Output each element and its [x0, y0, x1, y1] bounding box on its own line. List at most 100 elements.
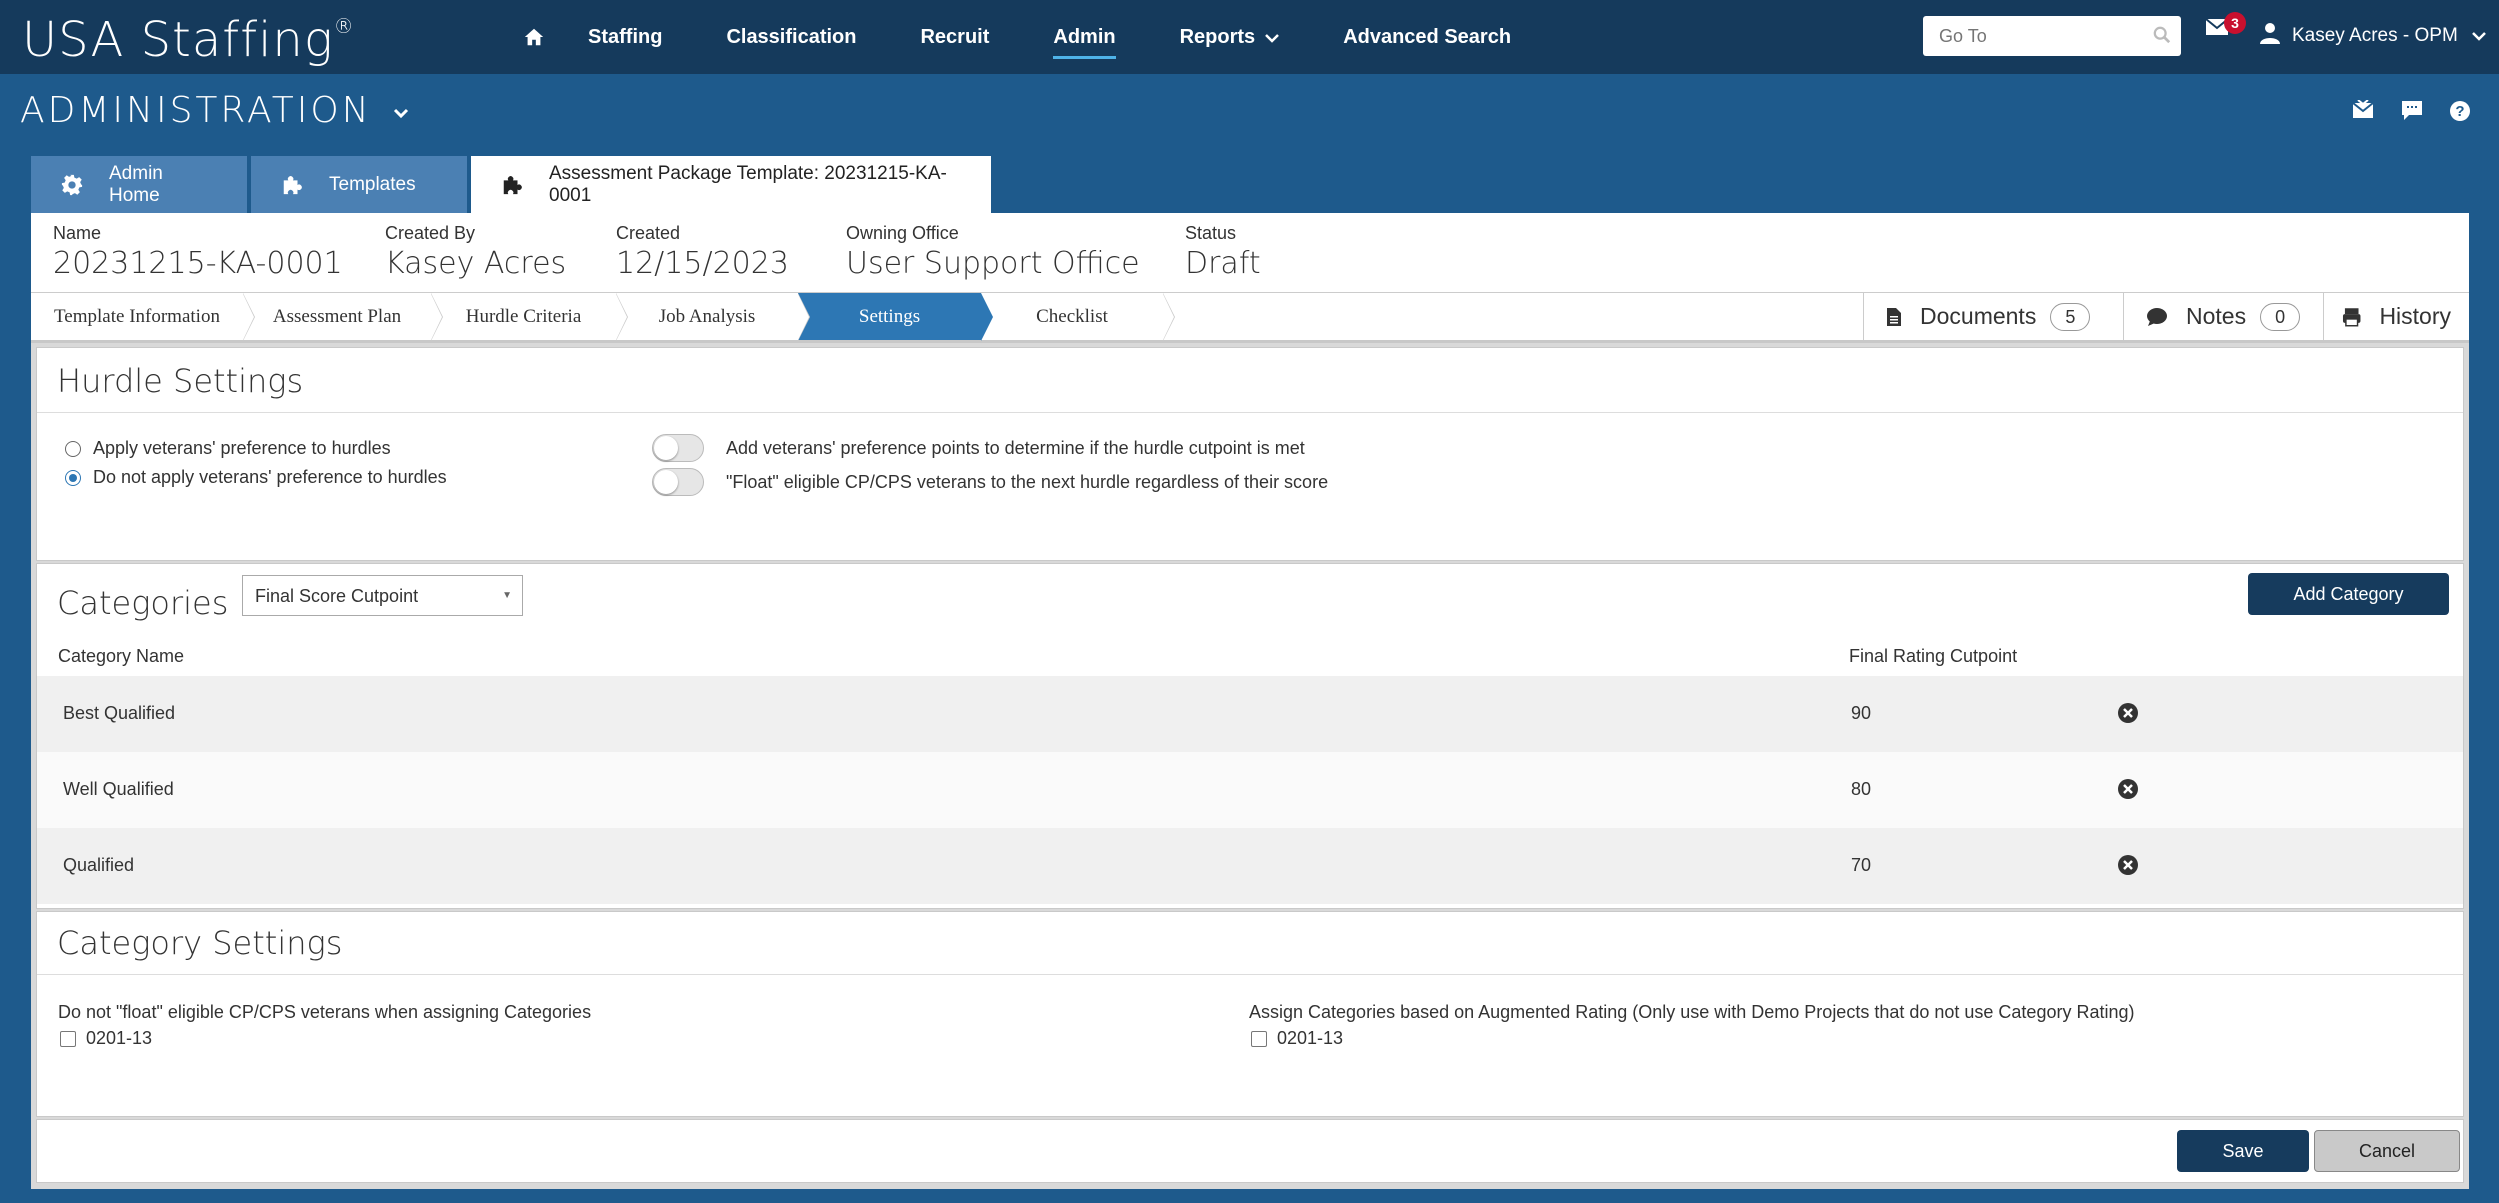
category-name: Best Qualified	[63, 703, 176, 723]
tab-label: Admin Home	[109, 162, 163, 206]
step-label: Hurdle Criteria	[465, 305, 582, 327]
step-label: Assessment Plan	[272, 305, 402, 327]
step-assessment-plan[interactable]: Assessment Plan	[243, 293, 443, 341]
documents-count: 5	[2050, 302, 2091, 331]
select-value: Final Score Cutpoint	[255, 586, 419, 606]
home-icon[interactable]	[520, 23, 548, 51]
help-icon[interactable]: ?	[2449, 100, 2471, 127]
radio-button[interactable]	[65, 469, 81, 486]
template-summary: Name 20231215-KA-0001 Created By Kasey A…	[31, 213, 2469, 293]
toggle-float-veterans[interactable]: "Float" eligible CP/CPS veterans to the …	[652, 468, 1328, 496]
nav-staffing[interactable]: Staffing	[588, 20, 662, 55]
checkbox[interactable]	[1251, 1030, 1267, 1047]
summary-created-by: Created By Kasey Acres	[385, 223, 566, 281]
table-row: Well Qualified 80	[37, 752, 2463, 828]
user-name: Kasey Acres - OPM	[2292, 25, 2458, 46]
delete-icon[interactable]	[2117, 778, 2139, 805]
delete-icon[interactable]	[2117, 702, 2139, 729]
announcement-icon[interactable]	[2351, 99, 2375, 127]
checkbox[interactable]	[60, 1030, 76, 1047]
checkbox-label: 0201-13	[1277, 1028, 1344, 1048]
header-icons: ?	[2351, 99, 2471, 127]
user-menu[interactable]: Kasey Acres - OPM	[2260, 22, 2486, 50]
tab-admin-home[interactable]: Admin Home	[31, 156, 247, 213]
field-label: Status	[1185, 223, 1237, 243]
category-cutpoint: 80	[1851, 779, 1872, 799]
toggle-label: Add veterans' preference points to deter…	[726, 437, 1305, 458]
search-icon[interactable]	[2153, 26, 2171, 49]
summary-status: Status Draft	[1185, 223, 1261, 281]
puzzle-icon	[501, 174, 523, 196]
nav-advanced-search[interactable]: Advanced Search	[1343, 20, 1511, 55]
no-float-option[interactable]: 0201-13	[60, 1028, 152, 1049]
mail-count-badge: 3	[2224, 12, 2246, 34]
field-label: Created	[616, 223, 681, 243]
toggle-switch[interactable]	[652, 434, 704, 462]
chevron-down-icon	[2471, 25, 2486, 47]
nav-classification[interactable]: Classification	[726, 20, 856, 55]
cancel-button[interactable]: Cancel	[2314, 1130, 2460, 1172]
step-checklist[interactable]: Checklist	[981, 293, 1175, 341]
field-value: User Support Office	[846, 246, 1140, 281]
user-icon	[2260, 22, 2280, 50]
radio-apply-veterans-preference[interactable]: Apply veterans' preference to hurdles	[65, 438, 391, 459]
notes-count: 0	[2260, 302, 2301, 331]
step-label: Template Information	[54, 305, 220, 327]
radio-button[interactable]	[65, 440, 81, 457]
wizard-actions: Documents 5 Notes 0 History	[1863, 293, 2469, 340]
goto-input[interactable]	[1923, 16, 2133, 56]
feedback-icon[interactable]	[2401, 100, 2423, 127]
nav-admin[interactable]: Admin	[1053, 20, 1116, 59]
summary-owning-office: Owning Office User Support Office	[846, 223, 1140, 281]
summary-name: Name 20231215-KA-0001	[53, 223, 343, 281]
goto-search-box	[1923, 16, 2181, 56]
category-name: Well Qualified	[63, 779, 174, 799]
step-hurdle-criteria[interactable]: Hurdle Criteria	[431, 293, 628, 341]
radio-do-not-apply-veterans-preference[interactable]: Do not apply veterans' preference to hur…	[65, 467, 447, 488]
nav-recruit[interactable]: Recruit	[920, 20, 989, 55]
main-panel: Name 20231215-KA-0001 Created By Kasey A…	[31, 213, 2469, 1189]
svg-text:?: ?	[2455, 103, 2464, 120]
history-button[interactable]: History	[2323, 293, 2469, 340]
form-footer: Save Cancel	[36, 1119, 2464, 1183]
step-label: Settings	[858, 305, 921, 327]
delete-icon[interactable]	[2117, 854, 2139, 881]
field-label: Name	[53, 223, 102, 243]
category-type-select[interactable]: Final Score Cutpoint ▼	[242, 575, 523, 616]
toggle-add-preference-points[interactable]: Add veterans' preference points to deter…	[652, 434, 1305, 462]
wizard-steps: Template Information Assessment Plan Hur…	[31, 293, 1175, 341]
step-job-analysis[interactable]: Job Analysis	[616, 293, 810, 341]
gear-icon	[61, 174, 83, 196]
history-label: History	[2379, 303, 2451, 329]
field-value: 12/15/2023	[616, 246, 789, 281]
add-category-button[interactable]: Add Category	[2248, 573, 2449, 615]
usa-staffing-logo[interactable]: USA Staffing®	[22, 12, 355, 68]
field-label: Owning Office	[846, 223, 959, 243]
category-cutpoint: 70	[1851, 855, 1872, 875]
radio-label: Apply veterans' preference to hurdles	[93, 438, 391, 458]
documents-label: Documents	[1920, 303, 2037, 329]
tab-templates[interactable]: Templates	[251, 156, 467, 213]
section-title: Category Settings	[57, 924, 343, 962]
tab-label: Assessment Package Template: 20231215-KA…	[549, 162, 947, 206]
documents-button[interactable]: Documents 5	[1863, 293, 2123, 340]
save-button[interactable]: Save	[2177, 1130, 2309, 1172]
augmented-rating-option[interactable]: 0201-13	[1251, 1028, 1343, 1049]
table-row: Best Qualified 90	[37, 676, 2463, 752]
page-tabs: Admin Home Templates Assessment Package …	[31, 156, 995, 213]
no-float-label: Do not "float" eligible CP/CPS veterans …	[58, 1002, 592, 1022]
tab-assessment-package-template[interactable]: Assessment Package Template: 20231215-KA…	[471, 156, 991, 213]
hurdle-settings-section: Hurdle Settings Apply veterans' preferen…	[36, 347, 2464, 561]
toggle-label: "Float" eligible CP/CPS veterans to the …	[726, 471, 1329, 492]
step-label: Checklist	[1036, 305, 1108, 327]
page-title[interactable]: ADMINISTRATION	[20, 90, 409, 131]
column-header-category-name: Category Name	[58, 646, 185, 666]
toggle-switch[interactable]	[652, 468, 704, 496]
table-row: Qualified 70	[37, 828, 2463, 904]
notes-button[interactable]: Notes 0	[2123, 293, 2323, 340]
step-settings[interactable]: Settings	[798, 293, 993, 341]
step-template-information[interactable]: Template Information	[31, 293, 255, 341]
nav-reports[interactable]: Reports	[1180, 20, 1280, 55]
document-icon	[1887, 307, 1901, 326]
main-nav: Staffing Classification Recruit Admin Re…	[520, 0, 1575, 74]
